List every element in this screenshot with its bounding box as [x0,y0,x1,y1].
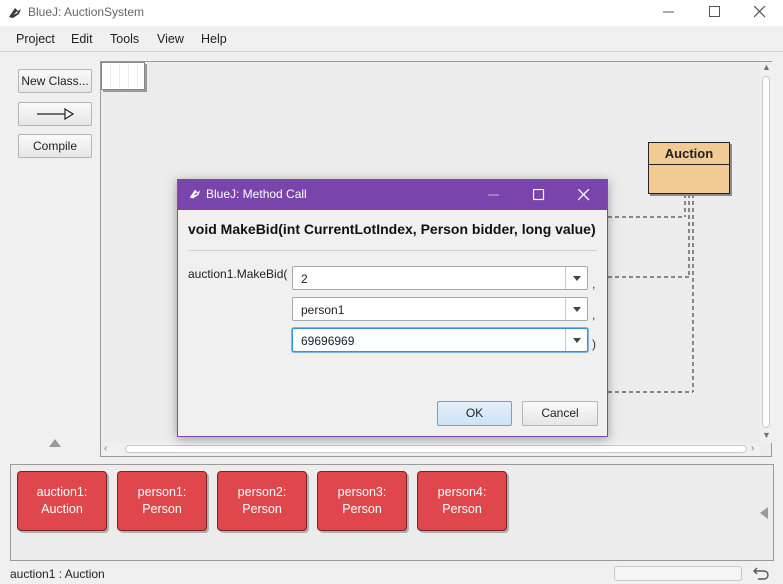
object-name: person1: [137,485,187,499]
scroll-right-arrow[interactable]: › [751,443,754,454]
object-name: person4: [437,485,487,499]
object-type: Person [142,502,182,516]
method-call-dialog: BlueJ: Method Call void MakeBid(int Curr… [177,179,608,437]
triangle-left-icon[interactable] [760,507,768,519]
object-name: auction1: [36,485,88,499]
object-auction1[interactable]: auction1: Auction [17,471,107,531]
object-person2[interactable]: person2: Person [217,471,307,531]
maximize-icon [533,189,545,201]
param-close-paren: ) [592,337,596,351]
ok-button[interactable]: OK [437,401,512,426]
dialog-close-button[interactable] [564,180,604,210]
dialog-maximize-button[interactable] [519,180,559,210]
object-name: person2: [237,485,287,499]
param-value: person1 [301,303,345,317]
object-person1[interactable]: person1: Person [117,471,207,531]
scroll-thumb[interactable] [125,445,747,453]
object-type: Person [342,502,382,516]
scroll-up-arrow[interactable]: ▲ [762,62,771,72]
bluej-icon [189,189,201,199]
scroll-left-arrow[interactable]: ‹ [104,443,107,454]
object-type: Person [242,502,282,516]
class-name: Auction [649,143,729,165]
param-value: 69696969 [301,334,355,348]
dropdown-icon[interactable] [565,267,587,289]
param-value-field[interactable]: 69696969 [292,328,588,352]
object-person3[interactable]: person3: Person [317,471,407,531]
dropdown-icon[interactable] [565,298,587,320]
param-separator: , [592,308,596,322]
object-person4[interactable]: person4: Person [417,471,507,531]
call-prefix: auction1.MakeBid( [188,267,288,281]
object-type: Auction [41,502,83,516]
dialog-minimize-button[interactable] [474,180,514,210]
object-type: Person [442,502,482,516]
dialog-title: BlueJ: Method Call [206,187,307,201]
undo-icon[interactable] [752,565,770,581]
scroll-down-arrow[interactable]: ▼ [762,430,771,440]
horizontal-scrollbar[interactable]: ‹ › [101,443,760,456]
vertical-scrollbar[interactable]: ▲ ▼ [760,62,772,443]
close-icon [578,189,590,201]
minimize-icon [488,194,499,196]
status-text: auction1 : Auction [10,567,105,581]
dropdown-icon[interactable] [565,329,587,351]
object-name: person3: [337,485,387,499]
param-separator: , [592,277,596,291]
scroll-thumb[interactable] [762,76,770,428]
divider [188,250,597,251]
status-progress-field [614,566,742,581]
class-auction[interactable]: Auction [648,142,730,194]
param-current-lot-index-field[interactable]: 2 [292,266,588,290]
param-bidder-field[interactable]: person1 [292,297,588,321]
dialog-title-bar: BlueJ: Method Call [178,180,607,210]
method-signature: void MakeBid(int CurrentLotIndex, Person… [188,221,596,237]
cancel-button[interactable]: Cancel [522,401,598,426]
param-value: 2 [301,272,308,286]
